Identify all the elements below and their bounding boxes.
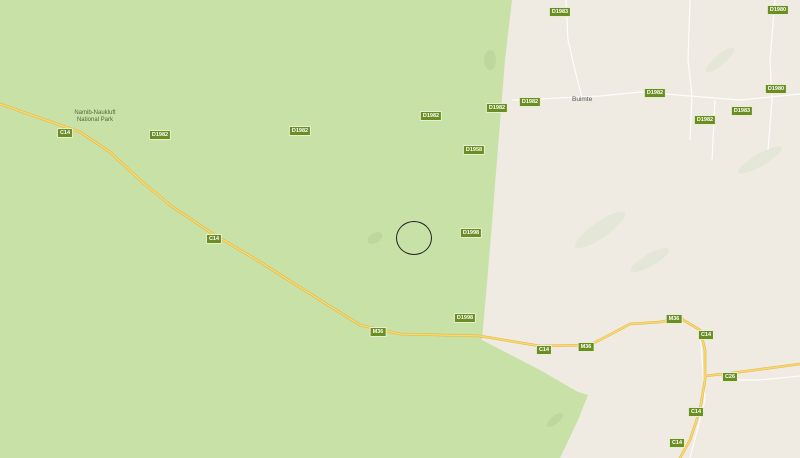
road-shield-d1982: D1982	[419, 111, 443, 121]
road-shield-c14: C14	[205, 234, 223, 244]
road-shield-c14: C14	[687, 407, 705, 417]
road-shield-d1982: D1982	[485, 103, 509, 113]
road-shield-m36: M36	[577, 342, 595, 352]
park-label: Namib-Naukluft National Park	[74, 110, 115, 124]
road-shield-d1982: D1982	[518, 97, 542, 107]
road-shield-d1983: D1983	[548, 7, 572, 17]
road-shield-m36: M36	[369, 327, 387, 337]
road-shield-c26: C26	[721, 372, 739, 382]
road-shield-d1998: D1998	[453, 313, 477, 323]
road-shield-d1982: D1982	[693, 115, 717, 125]
map-view[interactable]: Namib-Naukluft National Park Buimte C14 …	[0, 0, 800, 458]
road-shield-c14: C14	[668, 438, 686, 448]
road-shield-d1980: D1980	[766, 5, 790, 15]
park-label-line1: Namib-Naukluft	[74, 110, 116, 116]
road-shield-d1980: D1980	[764, 84, 788, 94]
park-label-line2: National Park	[76, 117, 114, 123]
road-shield-c14: C14	[56, 128, 74, 138]
place-label-buimte: Buimte	[572, 96, 593, 103]
circle-marker-icon	[396, 221, 432, 255]
road-shield-d1998: D1998	[459, 228, 483, 238]
road-shield-d1982: D1982	[148, 130, 172, 140]
road-shield-c14: C14	[535, 345, 553, 355]
road-shield-d1982: D1982	[288, 126, 312, 136]
road-shield-c14: C14	[697, 330, 715, 340]
road-shield-m36: M36	[665, 314, 683, 324]
road-shield-d1982: D1982	[643, 88, 667, 98]
road-shield-d1983: D1983	[730, 106, 754, 116]
road-shield-d1958: D1958	[462, 145, 486, 155]
